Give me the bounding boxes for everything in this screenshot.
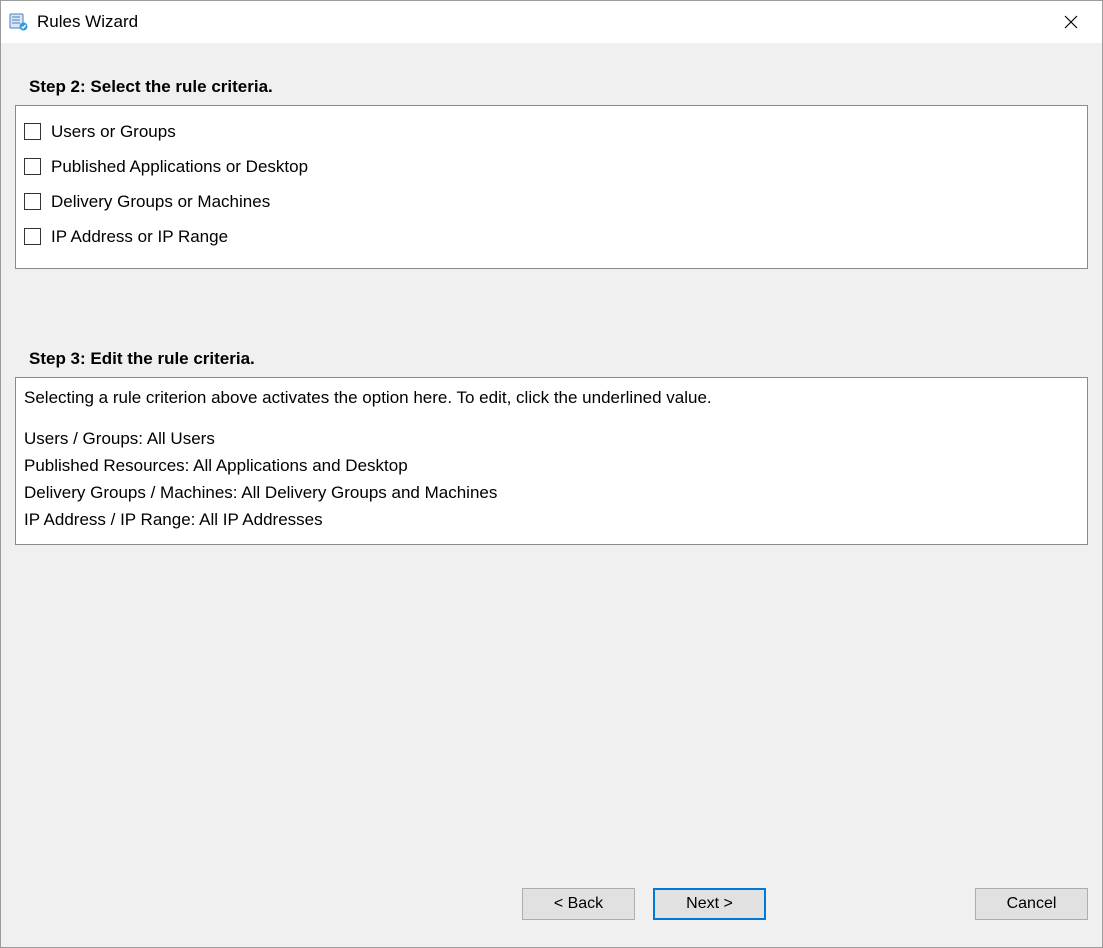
- window-title: Rules Wizard: [37, 12, 138, 32]
- criteria-label: Delivery Groups or Machines: [51, 192, 270, 212]
- wizard-body: Step 2: Select the rule criteria. Users …: [1, 43, 1102, 947]
- wizard-button-row: < Back Next > Cancel: [1, 887, 1102, 921]
- edit-criteria-box: Selecting a rule criterion above activat…: [15, 377, 1088, 545]
- edit-line-published: Published Resources: All Applications an…: [24, 452, 1079, 479]
- step3-heading: Step 3: Edit the rule criteria.: [29, 349, 1088, 369]
- edit-line-ip: IP Address / IP Range: All IP Addresses: [24, 506, 1079, 533]
- criteria-item-ip-address[interactable]: IP Address or IP Range: [24, 219, 1079, 254]
- checkbox-delivery-groups[interactable]: [24, 193, 41, 210]
- titlebar: Rules Wizard: [1, 1, 1102, 43]
- edit-line-delivery: Delivery Groups / Machines: All Delivery…: [24, 479, 1079, 506]
- checkbox-users-or-groups[interactable]: [24, 123, 41, 140]
- criteria-label: Users or Groups: [51, 122, 176, 142]
- edit-line-users: Users / Groups: All Users: [24, 425, 1079, 452]
- wizard-icon: [9, 12, 29, 32]
- checkbox-ip-address[interactable]: [24, 228, 41, 245]
- criteria-item-delivery-groups[interactable]: Delivery Groups or Machines: [24, 184, 1079, 219]
- criteria-item-users-or-groups[interactable]: Users or Groups: [24, 114, 1079, 149]
- criteria-list: Users or Groups Published Applications o…: [15, 105, 1088, 269]
- back-button[interactable]: < Back: [522, 888, 635, 920]
- checkbox-published-applications[interactable]: [24, 158, 41, 175]
- edit-instruction: Selecting a rule criterion above activat…: [24, 384, 1079, 411]
- cancel-button[interactable]: Cancel: [975, 888, 1088, 920]
- criteria-item-published-applications[interactable]: Published Applications or Desktop: [24, 149, 1079, 184]
- step2-heading: Step 2: Select the rule criteria.: [29, 77, 1088, 97]
- criteria-label: IP Address or IP Range: [51, 227, 228, 247]
- rules-wizard-window: Rules Wizard Step 2: Select the rule cri…: [0, 0, 1103, 948]
- close-button[interactable]: [1048, 6, 1094, 38]
- criteria-label: Published Applications or Desktop: [51, 157, 308, 177]
- next-button[interactable]: Next >: [653, 888, 766, 920]
